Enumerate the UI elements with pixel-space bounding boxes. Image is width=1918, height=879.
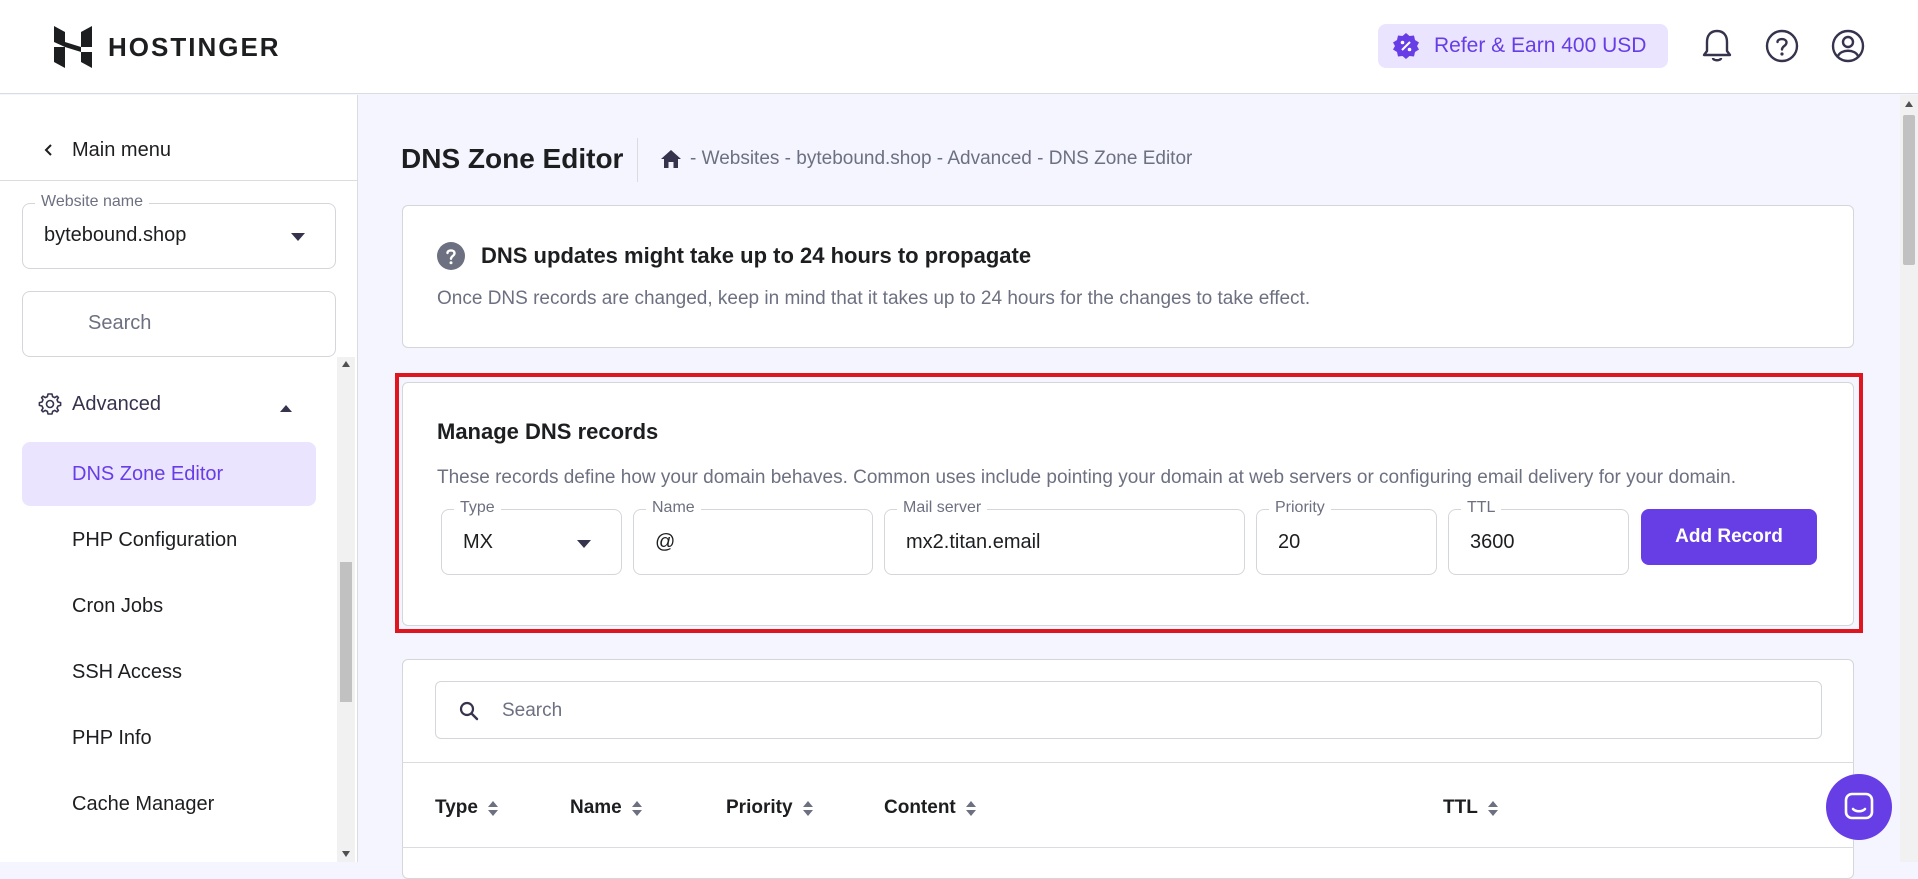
sidebar-divider [0,180,358,181]
website-name-select[interactable]: Website name bytebound.shop [22,193,336,269]
refer-earn-button[interactable]: Refer & Earn 400 USD [1378,24,1668,68]
sidebar-item-php-configuration[interactable]: PHP Configuration [22,508,316,572]
scroll-up-arrow-icon[interactable] [342,361,350,367]
scroll-up-arrow-icon[interactable] [1905,101,1913,107]
sort-icon [965,800,976,816]
column-header-content[interactable]: Content [884,797,976,819]
column-header-label: Name [570,797,622,818]
column-header-name[interactable]: Name [570,797,642,819]
info-card-title: DNS updates might take up to 24 hours to… [437,242,1031,270]
info-card-description: Once DNS records are changed, keep in mi… [437,288,1311,309]
column-header-label: Priority [726,797,793,818]
column-header-ttl[interactable]: TTL [1443,797,1498,819]
column-header-type[interactable]: Type [435,797,498,819]
sidebar-search-placeholder: Search [88,312,152,334]
chevron-left-icon [44,144,52,156]
column-header-label: TTL [1443,797,1478,818]
account-icon[interactable] [1828,26,1868,66]
sidebar-item-cache-manager[interactable]: Cache Manager [22,772,316,836]
home-icon[interactable] [660,148,682,170]
highlight-box [395,373,1863,633]
sidebar-item-ssh-access[interactable]: SSH Access [22,640,316,704]
records-search-input[interactable]: Search [435,681,1822,739]
page-title: DNS Zone Editor [401,143,624,174]
question-circle-icon [437,242,465,270]
sort-icon [802,800,813,816]
collapse-caret-icon[interactable] [280,405,292,412]
sidebar-item-label: SSH Access [72,660,183,683]
bell-icon[interactable] [1697,26,1737,66]
hostinger-logo-icon [54,26,92,68]
sidebar-item-dns-zone-editor[interactable]: DNS Zone Editor [22,442,316,506]
page-scroll-thumb[interactable] [1903,115,1915,265]
help-icon[interactable] [1762,26,1802,66]
dropdown-caret-icon [291,233,305,241]
search-icon [459,701,479,721]
sidebar-item-php-info[interactable]: PHP Info [22,706,316,770]
brand-name: HOSTINGER [108,31,281,62]
table-header-divider [402,847,1854,848]
sort-icon [487,800,498,816]
top-bar: HOSTINGER Refer & Earn 400 USD [0,0,1918,94]
sort-icon [631,800,642,816]
chat-icon [1844,792,1874,820]
sidebar-item-label: Cache Manager [72,792,215,815]
breadcrumb-path[interactable]: - Websites - bytebound.shop - Advanced -… [690,148,1192,170]
hostinger-logo[interactable]: HOSTINGER [54,26,281,68]
sidebar-item-cron-jobs[interactable]: Cron Jobs [22,574,316,638]
column-header-label: Content [884,797,956,818]
sidebar: Main menu Website name bytebound.shop Se… [0,95,358,862]
info-card-title-text: DNS updates might take up to 24 hours to… [481,243,1032,268]
sidebar-item-label: Cron Jobs [72,594,164,617]
scroll-down-arrow-icon[interactable] [342,851,350,857]
column-header-priority[interactable]: Priority [726,797,813,819]
title-separator [637,138,638,182]
sidebar-scroll-thumb[interactable] [340,562,352,702]
breadcrumb: - Websites - bytebound.shop - Advanced -… [660,148,1192,170]
website-name-label: Website name [35,193,149,211]
refer-earn-label: Refer & Earn 400 USD [1434,34,1647,57]
gear-icon [38,393,62,415]
sidebar-item-label: PHP Info [72,726,152,749]
sidebar-search-input[interactable]: Search [22,291,336,357]
website-name-value: bytebound.shop [44,224,187,246]
dns-info-card: DNS updates might take up to 24 hours to… [402,205,1854,348]
sidebar-item-label: PHP Configuration [72,528,238,551]
column-header-label: Type [435,797,478,818]
sort-icon [1487,800,1498,816]
main-menu-link[interactable]: Main menu [40,135,171,165]
sidebar-section-advanced[interactable]: Advanced [38,392,161,416]
page-scrollbar[interactable] [1900,95,1918,862]
records-search-placeholder: Search [502,700,563,721]
chat-button[interactable] [1826,774,1892,840]
sidebar-scrollbar[interactable] [337,357,355,862]
discount-badge-icon [1393,33,1419,59]
sidebar-item-label: DNS Zone Editor [72,462,224,485]
table-divider [402,762,1854,763]
main-menu-label: Main menu [72,138,171,161]
sidebar-section-label: Advanced [72,392,161,415]
